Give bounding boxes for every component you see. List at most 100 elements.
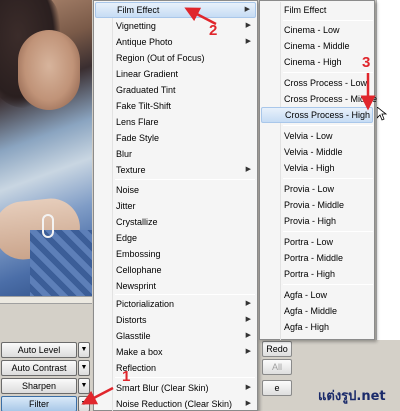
submenu-item-velvia-middle[interactable]: Velvia - Middle bbox=[261, 144, 373, 160]
menu-item-fake-tilt-shift[interactable]: Fake Tilt-Shift bbox=[95, 98, 256, 114]
sharpen-dropdown-icon[interactable]: ▼ bbox=[78, 378, 90, 394]
submenu-arrow-icon: ▶ bbox=[244, 6, 250, 13]
menu-item-label: Noise bbox=[116, 185, 140, 195]
menu-item-label: Embossing bbox=[116, 249, 161, 259]
submenu-separator bbox=[283, 125, 373, 126]
menu-item-label: Jitter bbox=[116, 201, 136, 211]
submenu-arrow-icon: ▶ bbox=[245, 332, 251, 339]
menu-item-label: Newsprint bbox=[116, 281, 157, 291]
submenu-separator bbox=[283, 20, 373, 21]
menu-item-region[interactable]: Region (Out of Focus) bbox=[95, 50, 256, 66]
menu-item-label: Antique Photo bbox=[116, 37, 173, 47]
auto-level-button[interactable]: Auto Level bbox=[1, 342, 77, 358]
menu-item-glasstile[interactable]: Glasstile ▶ bbox=[95, 328, 256, 344]
submenu-arrow-icon: ▶ bbox=[245, 22, 251, 29]
step-2-label: 2 bbox=[209, 22, 218, 39]
menu-item-lens-flare[interactable]: Lens Flare bbox=[95, 114, 256, 130]
step-3-label: 3 bbox=[362, 54, 371, 71]
menu-item-linear-gradient[interactable]: Linear Gradient bbox=[95, 66, 256, 82]
menu-item-label: Noise Reduction (Clear Skin) bbox=[116, 399, 233, 409]
menu-item-label: Crystallize bbox=[116, 217, 158, 227]
photo-preview bbox=[0, 0, 92, 296]
menu-item-make-a-box[interactable]: Make a box ▶ bbox=[95, 344, 256, 360]
menu-item-graduated-tint[interactable]: Graduated Tint bbox=[95, 82, 256, 98]
menu-item-label: Graduated Tint bbox=[116, 85, 176, 95]
submenu-item-cross-process-low[interactable]: Cross Process - Low bbox=[261, 75, 373, 91]
submenu-item-provia-low[interactable]: Provia - Low bbox=[261, 181, 373, 197]
filter-menu: Film Effect ▶ Vignetting ▶ Antique Photo ▶ … bbox=[93, 0, 258, 411]
auto-level-dropdown-icon[interactable]: ▼ bbox=[78, 342, 90, 358]
submenu-item-cinema-high[interactable]: Cinema - High bbox=[261, 54, 373, 70]
auto-contrast-dropdown-icon[interactable]: ▼ bbox=[78, 360, 90, 376]
sharpen-button[interactable]: Sharpen bbox=[1, 378, 77, 394]
submenu-item-provia-high[interactable]: Provia - High bbox=[261, 213, 373, 229]
menu-item-label: Vignetting bbox=[116, 21, 156, 31]
menu-item-texture[interactable]: Texture ▶ bbox=[95, 162, 256, 178]
menu-item-label: Distorts bbox=[116, 315, 147, 325]
menu-item-fade-style[interactable]: Fade Style bbox=[95, 130, 256, 146]
submenu-separator bbox=[283, 72, 373, 73]
submenu-item-agfa-high[interactable]: Agfa - High bbox=[261, 319, 373, 335]
submenu-item-portra-high[interactable]: Portra - High bbox=[261, 266, 373, 282]
submenu-separator bbox=[283, 284, 373, 285]
menu-item-blur[interactable]: Blur bbox=[95, 146, 256, 162]
submenu-item-cinema-middle[interactable]: Cinema - Middle bbox=[261, 38, 373, 54]
menu-item-smart-blur[interactable]: Smart Blur (Clear Skin) ▶ bbox=[95, 380, 256, 396]
e-button[interactable]: e bbox=[262, 380, 292, 396]
menu-item-reflection[interactable]: Reflection bbox=[95, 360, 256, 376]
menu-separator bbox=[115, 179, 255, 180]
auto-contrast-button[interactable]: Auto Contrast bbox=[1, 360, 77, 376]
submenu-item-cinema-low[interactable]: Cinema - Low bbox=[261, 22, 373, 38]
menu-item-jitter[interactable]: Jitter bbox=[95, 198, 256, 214]
menu-item-vignetting[interactable]: Vignetting ▶ bbox=[95, 18, 256, 34]
menu-item-antique-photo[interactable]: Antique Photo ▶ bbox=[95, 34, 256, 50]
menu-item-label: Edge bbox=[116, 233, 138, 243]
photo-bracelet bbox=[42, 214, 54, 238]
menu-item-label: Glasstile bbox=[116, 331, 151, 341]
submenu-arrow-icon: ▶ bbox=[245, 348, 251, 355]
menu-item-label: Fade Style bbox=[116, 133, 160, 143]
submenu-arrow-icon: ▶ bbox=[245, 38, 251, 45]
menu-item-distorts[interactable]: Distorts ▶ bbox=[95, 312, 256, 328]
film-effect-submenu: Film Effect Cinema - Low Cinema - Middle… bbox=[259, 0, 377, 340]
menu-item-newsprint[interactable]: Newsprint bbox=[95, 278, 256, 294]
submenu-item-agfa-low[interactable]: Agfa - Low bbox=[261, 287, 373, 303]
menu-item-noise-reduction[interactable]: Noise Reduction (Clear Skin) ▶ bbox=[95, 396, 256, 411]
menu-item-label: Fake Tilt-Shift bbox=[116, 101, 172, 111]
submenu-item-cross-process-high[interactable]: Cross Process - High bbox=[261, 107, 373, 123]
submenu-separator bbox=[283, 231, 373, 232]
menu-item-noise[interactable]: Noise bbox=[95, 182, 256, 198]
submenu-arrow-icon: ▶ bbox=[245, 316, 251, 323]
submenu-item-velvia-high[interactable]: Velvia - High bbox=[261, 160, 373, 176]
photo-cloth bbox=[30, 230, 92, 296]
submenu-arrow-icon: ▶ bbox=[245, 166, 251, 173]
menu-item-label: Cellophane bbox=[116, 265, 162, 275]
redo-button[interactable]: Redo bbox=[262, 341, 292, 357]
submenu-item-portra-low[interactable]: Portra - Low bbox=[261, 234, 373, 250]
menu-item-film-effect[interactable]: Film Effect ▶ bbox=[95, 2, 256, 18]
menu-item-label: Pictorialization bbox=[116, 299, 175, 309]
step-1-label: 1 bbox=[122, 368, 131, 385]
horizontal-scrollbar[interactable] bbox=[0, 296, 92, 304]
photo-face bbox=[18, 30, 80, 110]
filter-button[interactable]: Filter bbox=[1, 396, 77, 411]
submenu-item-provia-middle[interactable]: Provia - Middle bbox=[261, 197, 373, 213]
mouse-pointer-icon bbox=[377, 107, 387, 121]
menu-item-pictorialization[interactable]: Pictorialization ▶ bbox=[95, 296, 256, 312]
menu-separator bbox=[115, 377, 255, 378]
submenu-item-velvia-low[interactable]: Velvia - Low bbox=[261, 128, 373, 144]
submenu-item-portra-middle[interactable]: Portra - Middle bbox=[261, 250, 373, 266]
menu-item-embossing[interactable]: Embossing bbox=[95, 246, 256, 262]
menu-item-edge[interactable]: Edge bbox=[95, 230, 256, 246]
submenu-item-film-effect[interactable]: Film Effect bbox=[261, 2, 373, 18]
filter-dropdown-icon[interactable]: ▼ bbox=[78, 396, 90, 411]
menu-item-label: Film Effect bbox=[117, 5, 160, 15]
submenu-item-agfa-middle[interactable]: Agfa - Middle bbox=[261, 303, 373, 319]
menu-item-label: Linear Gradient bbox=[116, 69, 179, 79]
menu-item-label: Blur bbox=[116, 149, 133, 159]
menu-item-crystallize[interactable]: Crystallize bbox=[95, 214, 256, 230]
all-button[interactable]: All bbox=[262, 359, 292, 375]
submenu-item-cross-process-middle[interactable]: Cross Process - Middle bbox=[261, 91, 377, 107]
menu-item-cellophane[interactable]: Cellophane bbox=[95, 262, 256, 278]
submenu-arrow-icon: ▶ bbox=[245, 400, 251, 407]
